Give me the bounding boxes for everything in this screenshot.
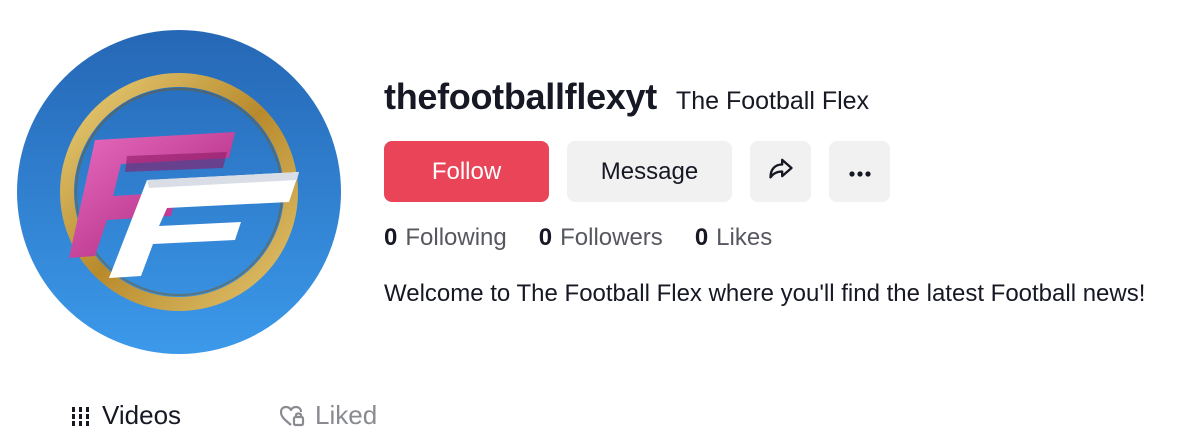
more-button[interactable] <box>829 141 890 202</box>
stat-following[interactable]: 0 Following <box>384 224 507 252</box>
stat-value: 0 <box>694 224 709 251</box>
nickname: The Football Flex <box>675 87 870 115</box>
more-dots-icon <box>846 158 874 186</box>
stat-value: 0 <box>384 224 398 251</box>
avatar[interactable] <box>17 30 341 354</box>
grid-icon <box>70 405 92 427</box>
message-button[interactable]: Message <box>567 141 732 202</box>
tab-liked[interactable]: Liked <box>279 400 377 431</box>
stat-likes: 0 Likes <box>695 224 772 252</box>
share-arrow-icon <box>767 154 795 189</box>
stat-value: 0 <box>538 224 553 251</box>
tab-liked-label: Liked <box>315 400 378 430</box>
action-buttons: Follow Message <box>384 141 890 202</box>
follow-button[interactable]: Follow <box>384 141 549 202</box>
stats-row: 0 Following 0 Followers 0 Likes <box>384 224 804 252</box>
profile-tabs: Videos Liked <box>70 400 377 431</box>
share-button[interactable] <box>750 141 811 202</box>
stat-label: Followers <box>560 224 663 251</box>
title-row: thefootballflexyt The Football Flex <box>384 76 1194 126</box>
stat-label: Following <box>405 224 507 251</box>
profile-info: thefootballflexyt The Football Flex Foll… <box>384 76 1194 307</box>
stat-label: Likes <box>716 224 773 251</box>
heart-lock-icon <box>279 404 305 428</box>
bio: Welcome to The Football Flex where you'l… <box>384 280 1146 307</box>
username: thefootballflexyt <box>384 76 657 117</box>
tab-videos[interactable]: Videos <box>70 400 181 431</box>
ff-logo-avatar <box>17 30 341 354</box>
stat-followers[interactable]: 0 Followers <box>539 224 663 252</box>
tab-videos-label: Videos <box>102 400 182 430</box>
